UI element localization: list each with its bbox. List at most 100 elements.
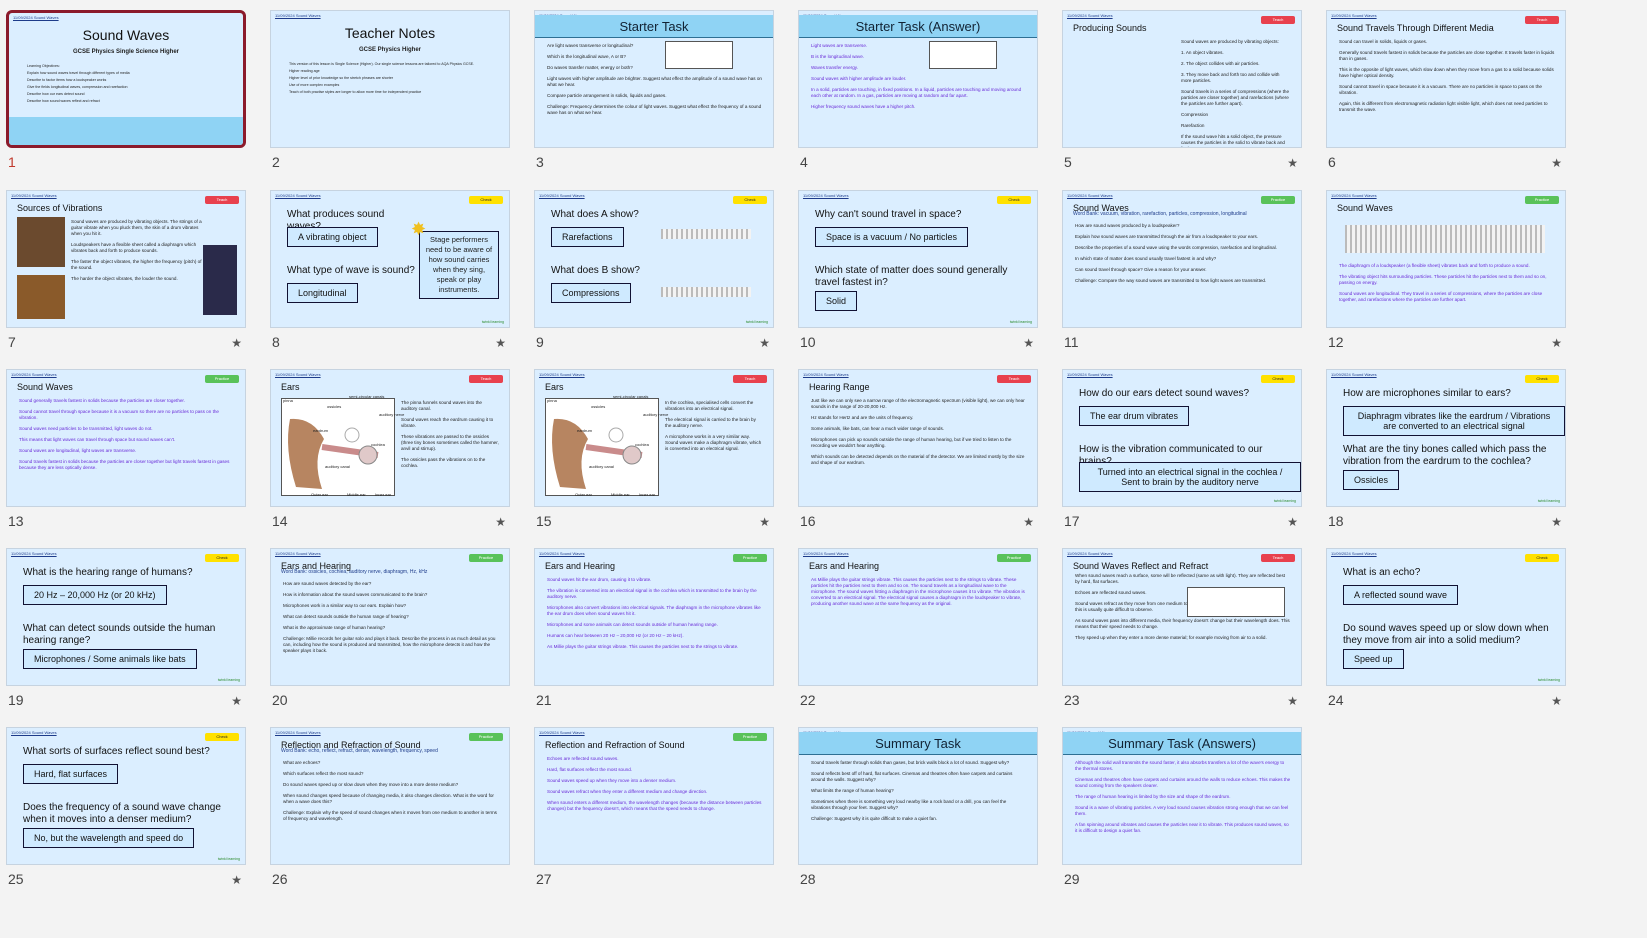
star-icon[interactable]: ★ <box>231 694 242 708</box>
star-icon[interactable]: ★ <box>495 336 506 350</box>
star-icon[interactable]: ★ <box>1287 694 1298 708</box>
slide-type-tag: Practice <box>205 375 239 383</box>
star-icon[interactable]: ★ <box>1287 515 1298 529</box>
body-line: Which surfaces reflect the most sound? <box>283 771 364 776</box>
body-line: Generally sound travels fastest in solid… <box>1339 50 1555 61</box>
slide-thumbnail[interactable]: 11/09/2024 Sound Waves Check What sorts of… <box>6 727 246 865</box>
star-icon[interactable]: ★ <box>231 336 242 350</box>
star-icon[interactable]: ★ <box>1551 156 1562 170</box>
slide-cell: 11/09/2024 Sound Waves Teach Hearing Range… <box>798 369 1038 547</box>
answer-2-box: Compressions <box>551 283 631 303</box>
star-icon[interactable]: ★ <box>1023 336 1034 350</box>
diagram-label: ossicles <box>327 404 342 409</box>
wave-image-a <box>661 229 751 239</box>
body-line: If the sound wave hits a solid object, t… <box>1181 134 1285 147</box>
body-line: Sound waves are longitudinal, light wave… <box>19 448 137 453</box>
slide-header-date: 11/09/2024 Sound Waves <box>11 372 57 377</box>
body-line: Some animals, like bats, can hear a much… <box>811 426 945 431</box>
slide-thumbnail[interactable]: 11/09/2024 Sound Waves Practice Ears and H… <box>270 548 510 686</box>
diagram-label: ossicles <box>591 404 606 409</box>
star-icon[interactable]: ★ <box>1551 694 1562 708</box>
slide-thumbnail[interactable]: 11/09/2024 Sound Waves Practice Sound Wave… <box>1326 190 1566 328</box>
body-line: What are echoes? <box>283 760 321 765</box>
question-2: Which state of matter does sound general… <box>815 265 1008 288</box>
star-icon[interactable]: ★ <box>759 336 770 350</box>
slide-number: 15 <box>536 513 552 529</box>
body-line: When sound changes speed because of chan… <box>283 793 494 804</box>
slide-title: Hearing Range <box>809 382 870 392</box>
body-line: Give the fields longitudinal waves, comp… <box>27 85 128 89</box>
slide-thumbnail[interactable]: 11/09/2024 Sound WavesSummary TaskSound … <box>798 727 1038 865</box>
slide-number: 7 <box>8 334 16 350</box>
slide-title: Sound Waves <box>82 27 170 43</box>
slide-type-tag: Teach <box>1525 16 1559 24</box>
body-line: Challenge: Frequency determines the colo… <box>547 104 762 115</box>
slide-thumbnail[interactable]: 11/09/2024 Sound WavesStarter Task (Answ… <box>798 10 1038 148</box>
slide-thumbnail[interactable]: 11/09/2024 Sound Waves Practice Reflection… <box>534 727 774 865</box>
star-icon[interactable]: ★ <box>1023 515 1034 529</box>
diagram-label: auditory canal <box>589 464 614 469</box>
slide-type-tag: Check <box>469 196 503 204</box>
slide-thumbnail[interactable]: 11/09/2024 Sound Waves Sound Waves GCSE Ph… <box>6 10 246 148</box>
slide-thumbnail[interactable]: 11/09/2024 Sound Waves Teach Sound Waves R… <box>1062 548 1302 686</box>
slide-cell: 11/09/2024 Sound Waves Practice Sound Wave… <box>6 369 246 547</box>
slide-thumbnail[interactable]: 11/09/2024 Sound Waves Practice Sound Wave… <box>1062 190 1302 328</box>
slide-body: Echoes are reflected sound waves. Hard, f… <box>547 756 763 817</box>
star-icon[interactable]: ★ <box>1551 515 1562 529</box>
slide-thumbnail[interactable]: 11/09/2024 Sound Waves Check What is the h… <box>6 548 246 686</box>
body-line: Sound waves reach the eardrum causing it… <box>401 417 494 428</box>
body-line: Sound waves hit the ear drum, causing it… <box>547 577 652 582</box>
body-line: How are sound waves detected by the ear? <box>283 581 372 586</box>
slide-thumbnail[interactable]: 11/09/2024 Sound Waves Practice Reflection… <box>270 727 510 865</box>
star-icon[interactable]: ★ <box>1287 156 1298 170</box>
slide-cell: 11/09/2024 Sound Waves Practice Reflection… <box>270 727 510 905</box>
side-note-box: Stage performers need to be aware of how… <box>419 231 499 299</box>
slide-number: 3 <box>536 154 544 170</box>
slide-thumbnail[interactable]: 11/09/2024 Sound Waves Practice Ears and H… <box>798 548 1038 686</box>
slide-header-date: 11/09/2024 Sound Waves <box>803 551 849 556</box>
slide-thumbnail[interactable]: 11/09/2024 Sound Waves Check What is an ec… <box>1326 548 1566 686</box>
slide-thumbnail[interactable]: 11/09/2024 Sound Waves Teach Producing Sou… <box>1062 10 1302 148</box>
star-icon[interactable]: ★ <box>231 873 242 887</box>
body-line: What limits the range of human hearing? <box>811 788 894 793</box>
slide-thumbnail[interactable]: 11/09/2024 Sound Waves Teach Ears pinna ossi… <box>270 369 510 507</box>
slide-thumbnail[interactable]: 11/09/2024 Sound Waves Teach Ears pinna ossi… <box>534 369 774 507</box>
slide-title: Sound Waves <box>1337 203 1393 213</box>
slide-cell: 11/09/2024 Sound Waves Practice Sound Wave… <box>1062 190 1302 368</box>
slide-thumbnail[interactable]: 11/09/2024 Sound Waves Practice Sound Wave… <box>6 369 246 507</box>
body-line: In a solid, particles are touching, in f… <box>811 87 1022 98</box>
answer-1-box: Space is a vacuum / No particles <box>815 227 969 247</box>
question-2: Does the frequency of a sound wave chang… <box>23 802 221 825</box>
body-line: Sound waves speed up when they move into… <box>547 778 677 783</box>
slide-title: Ears and Hearing <box>809 561 880 571</box>
slide-thumbnail[interactable]: 11/09/2024 Sound Waves Practice Ears and H… <box>534 548 774 686</box>
slide-thumbnail[interactable]: 11/09/2024 Sound Waves Check Why can't sou… <box>798 190 1038 328</box>
slide-thumbnail[interactable]: 11/09/2024 Sound Waves Check How do our ea… <box>1062 369 1302 507</box>
slide-thumbnail[interactable]: 11/09/2024 Sound Waves Check What produces… <box>270 190 510 328</box>
answer-1-box: Diaphragm vibrates like the eardrum / Vi… <box>1343 406 1565 436</box>
slide-thumbnail[interactable]: 11/09/2024 Sound Waves Teacher Notes GCSE … <box>270 10 510 148</box>
question-2: Do sound waves speed up or slow down whe… <box>1343 623 1549 646</box>
star-icon[interactable]: ★ <box>1551 336 1562 350</box>
body-line: Challenge: Compare the way sound waves a… <box>1075 278 1267 283</box>
slide-thumbnail[interactable]: 11/09/2024 Sound Waves Check What does A s… <box>534 190 774 328</box>
slide-title-banner: Starter Task (Answer) <box>799 15 1037 38</box>
slide-body: Although the solid wall transmits the so… <box>1075 760 1291 839</box>
body-line: Sound waves are produced by vibrating ob… <box>1181 39 1279 44</box>
slide-cell: 11/09/2024 Sound Waves Check How do our ea… <box>1062 369 1302 547</box>
slide-thumbnail[interactable]: 11/09/2024 Sound WavesSummary Task (Answ… <box>1062 727 1302 865</box>
star-icon[interactable]: ★ <box>759 515 770 529</box>
slide-title: Sound Waves Reflect and Refract <box>1073 561 1209 571</box>
slide-thumbnail[interactable]: 11/09/2024 Sound WavesStarter TaskAre li… <box>534 10 774 148</box>
star-icon[interactable]: ★ <box>495 515 506 529</box>
slide-thumbnail[interactable]: 11/09/2024 Sound Waves Teach Hearing Range… <box>798 369 1038 507</box>
slide-type-tag: Check <box>1525 375 1559 383</box>
slide-thumbnail[interactable]: 11/09/2024 Sound Waves Check How are micro… <box>1326 369 1566 507</box>
body-line: Microphones also convert vibrations into… <box>547 605 761 616</box>
slide-thumbnail[interactable]: 11/09/2024 Sound Waves Teach Sources of Vi… <box>6 190 246 328</box>
slide-cell: 11/09/2024 Sound Waves Check How are micro… <box>1326 369 1566 547</box>
slide-thumbnail[interactable]: 11/09/2024 Sound Waves Teach Sound Travels… <box>1326 10 1566 148</box>
body-line: Which sounds can be detected depends on … <box>811 454 1025 465</box>
body-line: These vibrations are passed to the ossic… <box>401 434 499 451</box>
body-line: Learning Objectives: <box>27 64 60 68</box>
